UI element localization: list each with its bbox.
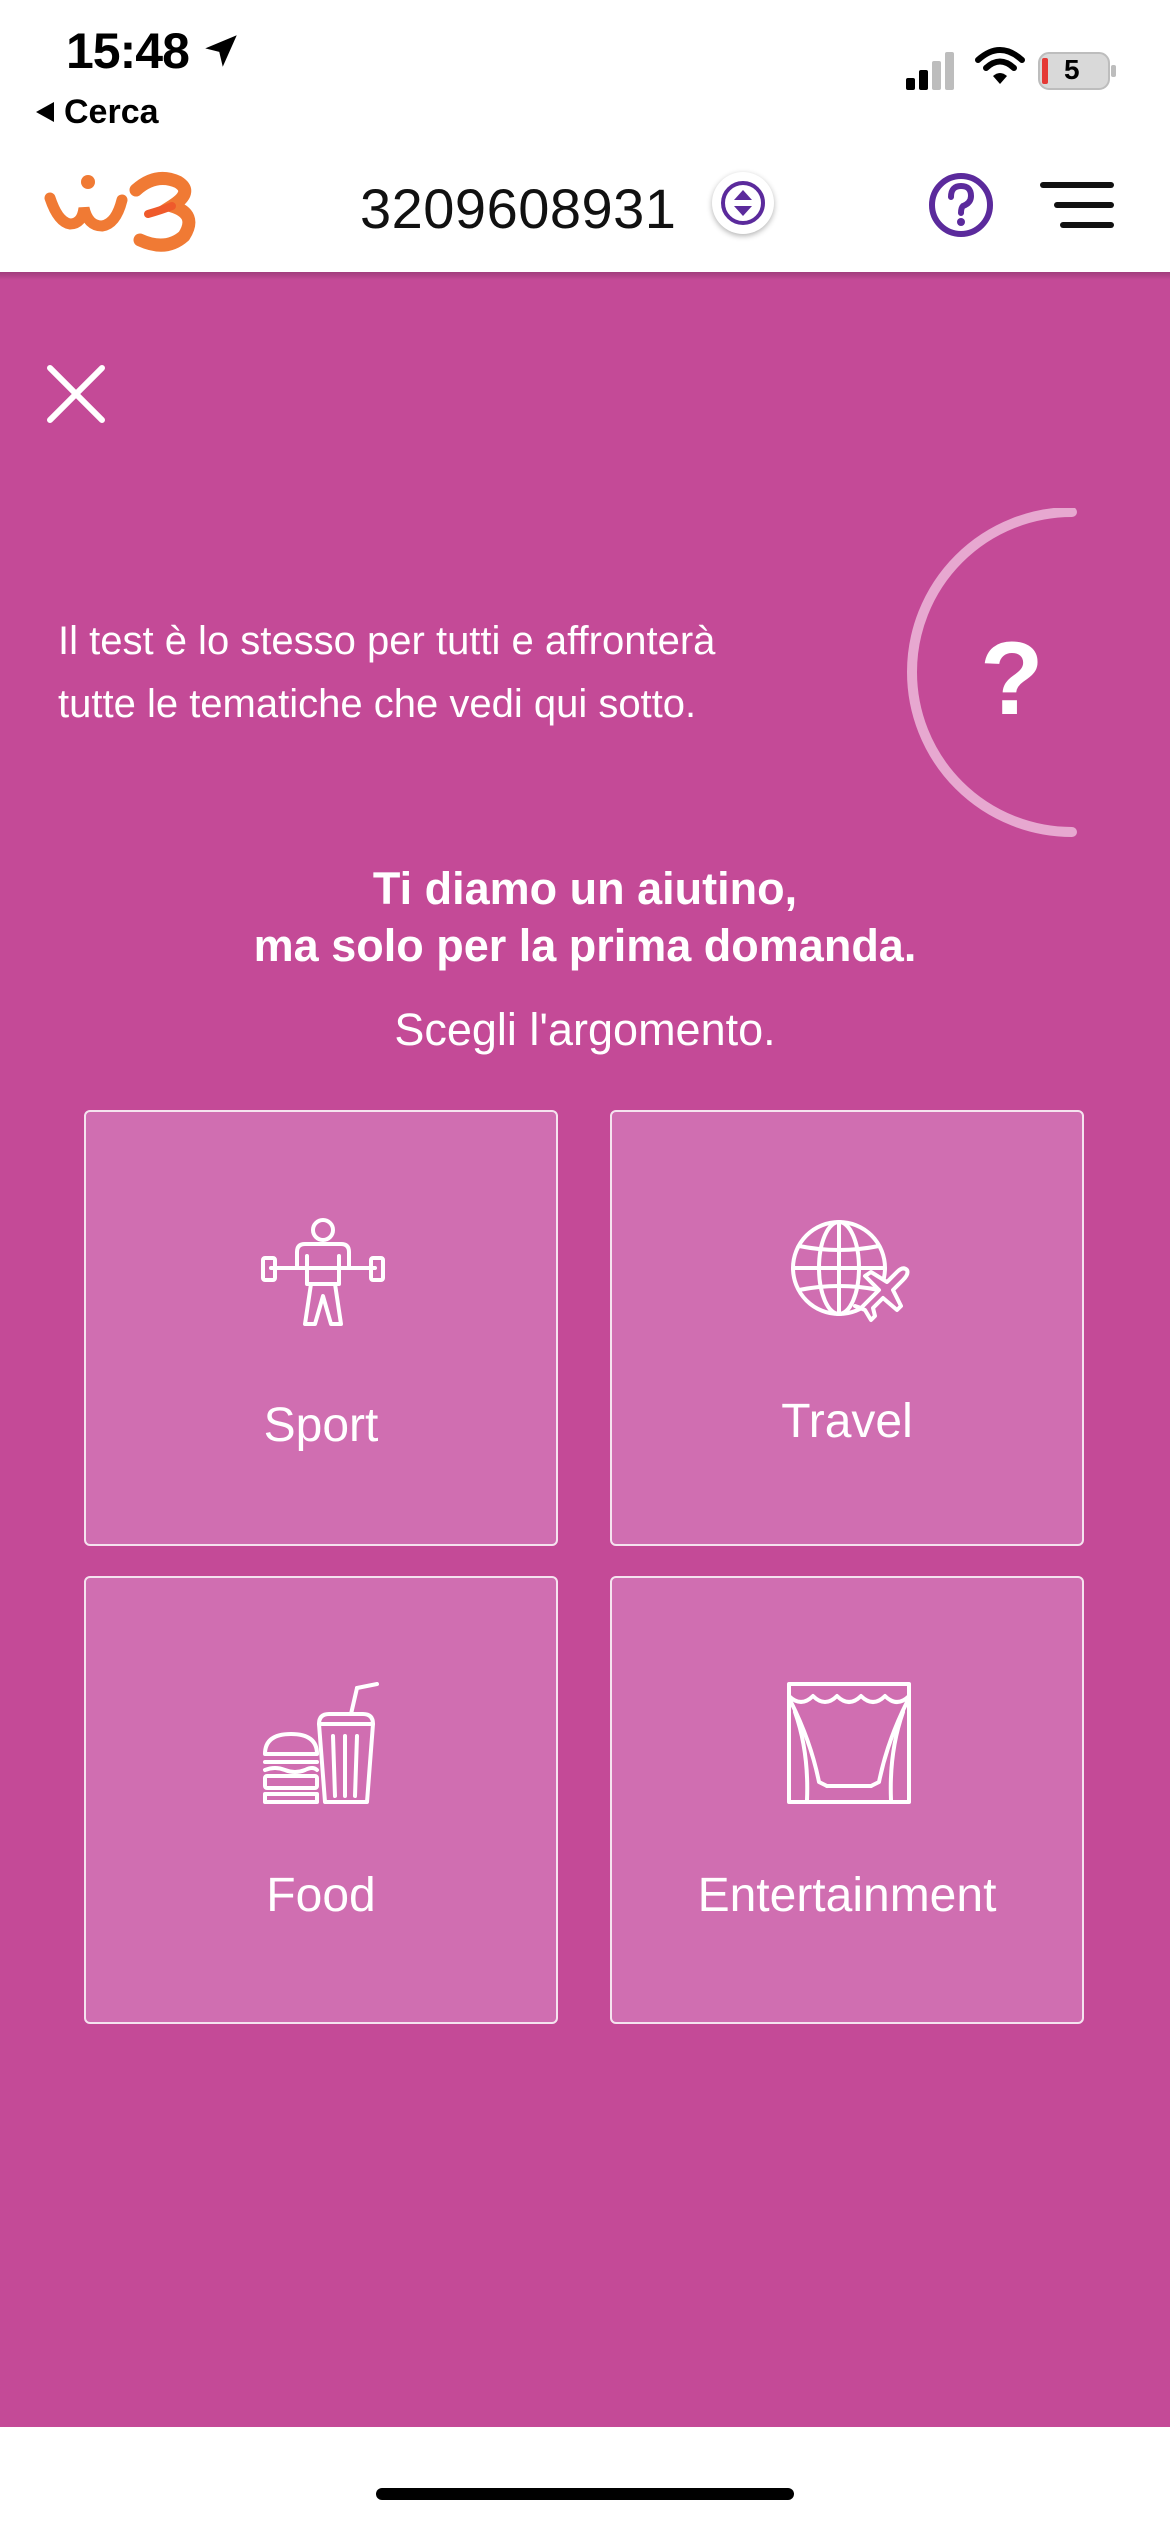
topic-label: Entertainment	[697, 1869, 997, 1922]
intro-line-2: tutte le tematiche che vedi qui sotto.	[58, 682, 697, 726]
signal-icon	[906, 52, 954, 90]
back-triangle-icon	[36, 102, 54, 122]
help-icon[interactable]	[928, 172, 994, 238]
topic-label: Food	[266, 1869, 376, 1922]
switch-line-button[interactable]	[712, 172, 774, 234]
location-arrow-icon	[205, 35, 237, 67]
topic-tile-sport[interactable]: Sport	[84, 1110, 558, 1546]
windtre-logo[interactable]	[44, 160, 244, 256]
wifi-icon	[975, 47, 1025, 84]
question-mark: ?	[980, 621, 1044, 737]
heading-line-1: Ti diamo un aiutino,	[372, 863, 798, 914]
bottom-safe-area	[0, 2427, 1170, 2532]
topic-label: Travel	[781, 1395, 913, 1448]
topic-tile-food[interactable]: Food	[84, 1576, 558, 2024]
heading-line-2: ma solo per la prima domanda.	[253, 920, 917, 971]
topic-tile-entertainment[interactable]: Entertainment	[610, 1576, 1084, 2024]
weightlifter-icon	[261, 1218, 385, 1326]
home-indicator[interactable]	[376, 2488, 794, 2500]
phone-number: 3209608931	[360, 177, 677, 240]
menu-icon[interactable]	[1040, 178, 1114, 232]
theater-curtain-icon	[787, 1682, 911, 1804]
header-shadow	[0, 272, 1170, 280]
question-badge: ?	[906, 508, 1170, 842]
globe-airplane-icon	[791, 1220, 910, 1322]
back-label: Cerca	[64, 92, 159, 131]
intro-line-1: Il test è lo stesso per tutti e affronte…	[58, 619, 716, 663]
back-to-search-link[interactable]: Cerca	[36, 90, 159, 134]
topic-label: Sport	[263, 1399, 379, 1452]
choose-topic-label: Scegli l'argomento.	[394, 1004, 776, 1055]
battery-level: 5	[1064, 54, 1080, 85]
swap-icon	[721, 181, 765, 225]
burger-drink-icon	[263, 1682, 379, 1804]
topic-tile-travel[interactable]: Travel	[610, 1110, 1084, 1546]
help-heading: Ti diamo un aiutino, ma solo per la prim…	[0, 860, 1170, 974]
close-icon[interactable]	[44, 362, 108, 426]
battery-icon: 5	[1038, 50, 1118, 92]
status-time: 15:48	[66, 23, 190, 79]
intro-text: Il test è lo stesso per tutti e affronte…	[58, 610, 878, 736]
